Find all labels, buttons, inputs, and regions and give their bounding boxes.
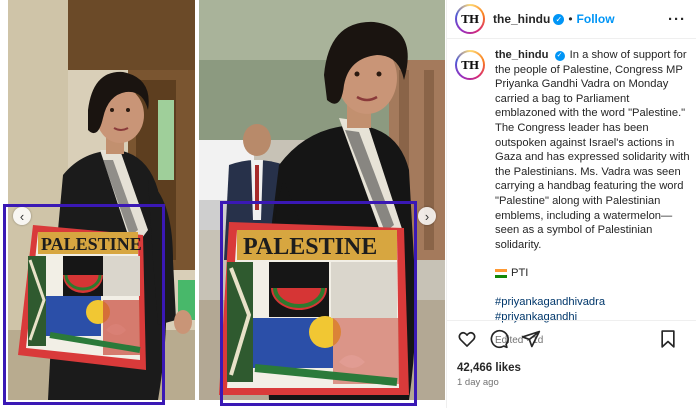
- caption-row: TH the_hindu ✓ In a show of support for …: [455, 48, 690, 349]
- post-header: TH the_hindu ✓ • Follow ···: [447, 0, 696, 39]
- credit-line: PTI: [495, 266, 690, 281]
- avatar[interactable]: TH: [455, 4, 485, 34]
- verified-icon: ✓: [553, 13, 565, 25]
- post-timestamp[interactable]: 1 day ago: [457, 377, 686, 388]
- chevron-left-icon: ‹: [19, 208, 25, 224]
- post-media[interactable]: PALESTINE PALESTINE ‹ ›: [0, 0, 446, 408]
- verified-icon: ✓: [554, 51, 565, 62]
- separator-dot: •: [568, 12, 573, 26]
- heart-icon[interactable]: [457, 329, 477, 349]
- bookmark-icon[interactable]: [658, 329, 678, 349]
- svg-text:PALESTINE: PALESTINE: [243, 234, 377, 260]
- avatar-logo: TH: [457, 6, 483, 32]
- action-bar: [457, 329, 686, 349]
- carousel-prev-button[interactable]: ‹: [13, 207, 31, 225]
- share-icon[interactable]: [521, 329, 541, 349]
- caption-body: In a show of support for the people of P…: [495, 49, 690, 251]
- caption-avatar-logo: TH: [457, 52, 483, 78]
- india-flag-icon: [495, 269, 507, 279]
- photo-right: PALESTINE: [199, 0, 445, 400]
- caption-area: TH the_hindu ✓ In a show of support for …: [455, 48, 690, 349]
- comment-icon[interactable]: [489, 329, 509, 349]
- photo-left: PALESTINE: [8, 0, 195, 400]
- likes-count[interactable]: 42,466 likes: [457, 362, 686, 374]
- more-options-icon[interactable]: ···: [668, 11, 686, 28]
- caption-text: the_hindu ✓ In a show of support for the…: [495, 48, 690, 349]
- caption-username-link[interactable]: the_hindu: [495, 49, 548, 61]
- svg-text:PALESTINE: PALESTINE: [41, 234, 142, 254]
- hashtag-link[interactable]: #priyankagandhivadra: [495, 295, 690, 310]
- follow-button[interactable]: Follow: [577, 12, 615, 26]
- username-link[interactable]: the_hindu: [493, 12, 550, 26]
- actions-area: 42,466 likes 1 day ago: [447, 320, 696, 388]
- caption-avatar[interactable]: TH: [455, 50, 485, 80]
- post-details-panel: TH the_hindu ✓ • Follow ··· TH the_hindu…: [446, 0, 696, 408]
- carousel-next-button[interactable]: ›: [418, 207, 436, 225]
- chevron-right-icon: ›: [424, 208, 430, 224]
- credit-text: PTI: [511, 267, 529, 280]
